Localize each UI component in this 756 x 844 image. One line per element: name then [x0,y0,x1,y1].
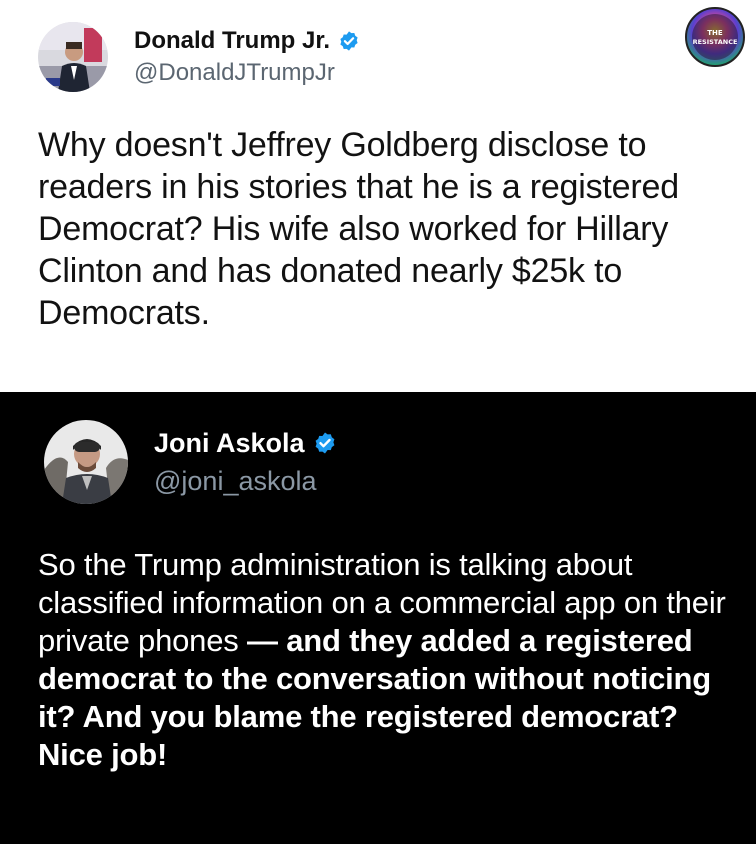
handle[interactable]: @joni_askola [154,464,337,498]
svg-text:RESISTANCE: RESISTANCE [693,38,738,46]
tweet-header: Joni Askola @joni_askola [44,420,337,504]
tweet-card-joni-askola: Joni Askola @joni_askola So the Trump ad… [0,392,756,844]
svg-text:THE: THE [707,29,723,37]
tweet-text: Why doesn't Jeffrey Goldberg disclose to… [38,126,679,332]
handle[interactable]: @DonaldJTrumpJr [134,58,360,88]
tweet-text: So the Trump administration is talking a… [38,546,738,774]
tweet-header: Donald Trump Jr. @DonaldJTrumpJr [38,22,360,92]
verified-badge-icon [313,431,337,455]
tweet-card-donald-trump-jr: Donald Trump Jr. @DonaldJTrumpJr THE RES… [0,0,756,392]
display-name[interactable]: Joni Askola [154,426,305,460]
name-row: Donald Trump Jr. [134,26,360,56]
avatar[interactable] [38,22,108,92]
name-row: Joni Askola [154,426,337,460]
author-info: Joni Askola @joni_askola [154,426,337,498]
verified-badge-icon [338,30,360,52]
author-info: Donald Trump Jr. @DonaldJTrumpJr [134,26,360,88]
avatar[interactable] [44,420,128,504]
display-name[interactable]: Donald Trump Jr. [134,26,330,56]
resistance-logo: THE RESISTANCE [684,6,746,68]
